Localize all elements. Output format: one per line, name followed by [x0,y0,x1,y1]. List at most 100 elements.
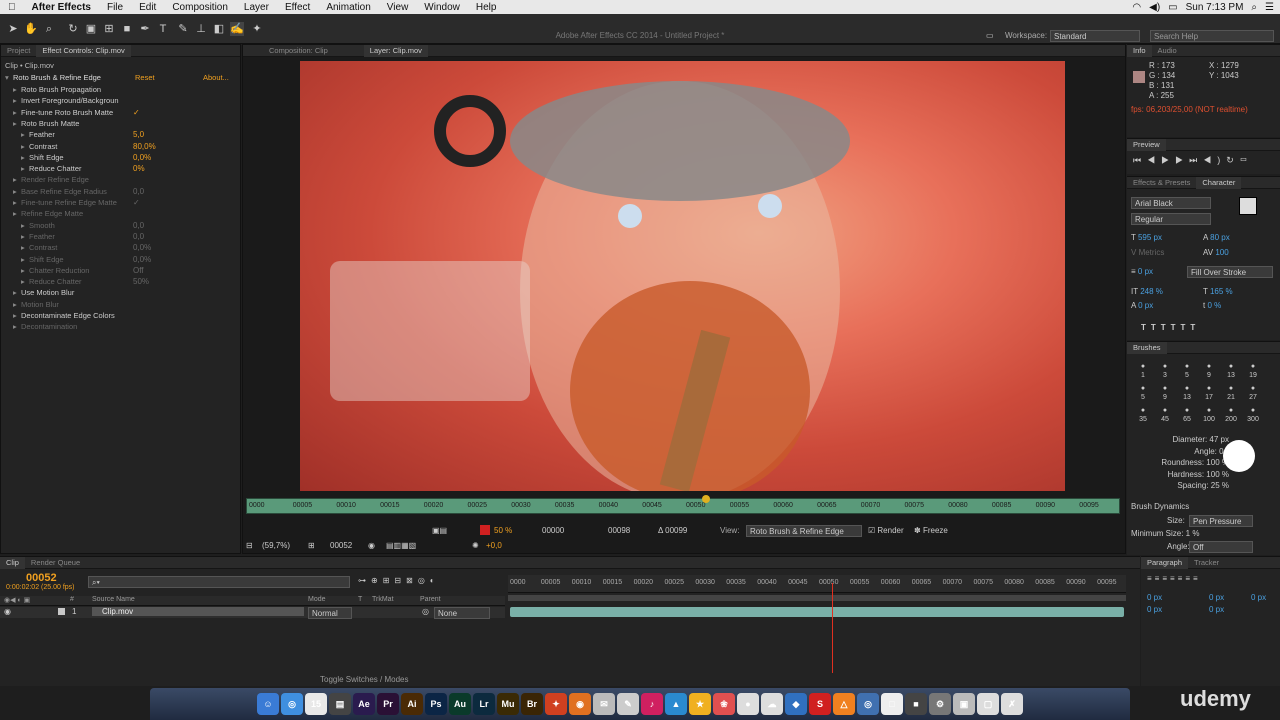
indent-right[interactable]: 0 px [1209,593,1224,602]
tab-info[interactable]: Info [1127,44,1152,57]
effect-property-row[interactable]: ▸ Reduce Chatter [21,163,82,174]
dock-app-icon[interactable]: ⚙ [929,693,951,715]
effect-property-row[interactable]: ▸ Invert Foreground/Backgroun [13,95,119,106]
brush-preset[interactable]: ● 200 [1221,406,1241,424]
work-area-bar[interactable] [508,595,1126,601]
brush-hardness[interactable]: Hardness: 100 % [1149,469,1229,481]
dock-app-icon[interactable]: ★ [689,693,711,715]
brush-preset[interactable]: ● 1 [1133,362,1153,380]
layer-timeline-ruler[interactable]: 0000 00005 00010 00015 00020 00025 00030 00035 0… [246,495,1120,514]
clock[interactable]: Sun 7:13 PM [1186,2,1244,13]
fill-color-swatch[interactable] [1239,197,1257,215]
disclosure-triangle-icon[interactable]: ▸ [21,141,29,152]
effect-property-value[interactable]: 0,0% [133,152,151,163]
disclosure-triangle-icon[interactable]: ▸ [13,118,21,129]
brush-preset[interactable]: ● 35 [1133,406,1153,424]
brush-diameter[interactable]: Diameter: 47 px [1149,434,1229,446]
disclosure-triangle-icon[interactable]: ▸ [21,254,29,265]
layer-mode-select[interactable]: Normal [308,607,352,619]
layer-name[interactable]: Clip.mov [92,607,304,616]
disclosure-triangle-icon[interactable]: ▸ [21,265,29,276]
selection-tool-icon[interactable]: ➤ [6,22,20,36]
dock-app-icon[interactable]: Pr [377,693,399,715]
effect-property-row[interactable]: ▸ Render Refine Edge [13,174,89,185]
disclosure-triangle-icon[interactable]: ▸ [13,95,21,106]
menu-help[interactable]: Help [468,2,505,13]
battery-icon[interactable]: ▭ [1168,2,1177,13]
disclosure-triangle-icon[interactable]: ▸ [13,107,21,118]
disclosure-triangle-icon[interactable]: ▸ [13,84,21,95]
search-help-input[interactable]: Search Help [1150,30,1274,42]
layer-row[interactable]: ◉ 1 Clip.mov Normal ◎ None [0,607,505,619]
parent-pickwhip-icon[interactable]: ◎ [422,607,429,616]
layer-duration-bar[interactable] [510,607,1124,617]
brush-roundness[interactable]: Roundness: 100 % [1149,457,1229,469]
vscale-row[interactable]: IT 248 % [1131,287,1163,296]
effect-property-row[interactable]: ▸ Decontaminate Edge Colors [13,310,115,321]
hscale-value[interactable]: 165 % [1210,287,1233,296]
dock-app-icon[interactable]: ✗ [1001,693,1023,715]
disclosure-triangle-icon[interactable]: ▸ [13,197,21,208]
brush-spacing[interactable]: Spacing: 25 % [1149,480,1229,492]
effect-property-row[interactable]: ▸ Contrast [21,141,57,152]
viewer-frame-image[interactable] [300,61,1065,491]
dock-app-icon[interactable]: Lr [473,693,495,715]
dock-app-icon[interactable]: ✎ [617,693,639,715]
dock-app-icon[interactable]: ◎ [857,693,879,715]
in-frame[interactable]: 00000 [542,526,564,535]
app-menu[interactable]: After Effects [24,2,99,13]
effect-property-value[interactable]: 0% [133,163,145,174]
out-frame[interactable]: 00098 [608,526,630,535]
disclosure-triangle-icon[interactable]: ▸ [13,321,21,332]
brush-tool-icon[interactable]: ✎ [176,22,190,36]
brush-preset[interactable]: ● 65 [1177,406,1197,424]
dock-app-icon[interactable]: ▢ [977,693,999,715]
space-before[interactable]: 0 px [1147,605,1162,614]
effect-property-value[interactable]: 0,0 [133,231,144,242]
clone-stamp-tool-icon[interactable]: ⊥ [194,22,208,36]
effect-property-row[interactable]: ▸ Contrast [21,242,57,253]
effect-property-row[interactable]: ▸ Decontamination [13,321,77,332]
effect-property-row[interactable]: ▸ Shift Edge [21,152,64,163]
dock-app-icon[interactable]: Br [521,693,543,715]
disclosure-triangle-icon[interactable]: ▸ [13,174,21,185]
overlay-opacity[interactable]: 50 % [494,526,512,535]
disclosure-triangle-icon[interactable]: ▸ [21,220,29,231]
exposure-icon[interactable]: ✺ [472,541,479,550]
dock-app-icon[interactable]: □ [881,693,903,715]
camera-tool-icon[interactable]: ▣ [84,22,98,36]
tsume-value[interactable]: 0 % [1207,301,1221,310]
disclosure-triangle-icon[interactable]: ▸ [13,208,21,219]
dock-app-icon[interactable]: ▲ [665,693,687,715]
effect-property-value[interactable]: 80,0% [133,141,156,152]
grid-icon[interactable]: ⊞ [308,541,315,550]
size-dynamics-select[interactable]: Pen Pressure [1189,515,1253,527]
effect-property-row[interactable]: ▸ Roto Brush Matte [13,118,79,129]
dock-app-icon[interactable]: ✉ [593,693,615,715]
baseline-value[interactable]: 0 px [1138,301,1153,310]
disclosure-triangle-icon[interactable]: ▸ [13,299,21,310]
magnification-select[interactable]: (59,7%) [262,541,290,550]
dock-app-icon[interactable]: Ai [401,693,423,715]
effect-property-value[interactable]: 50% [133,276,149,287]
workspace-select[interactable]: Standard [1050,30,1140,42]
menu-edit[interactable]: Edit [131,2,164,13]
effect-property-value[interactable]: ✓ [133,197,140,208]
current-frame[interactable]: 00052 [330,541,352,550]
type-tool-icon[interactable]: T [156,22,170,36]
brush-preset[interactable]: ● 9 [1155,384,1175,402]
timeline-search-input[interactable]: ⌕▾ [88,576,350,588]
dock-app-icon[interactable]: ♪ [641,693,663,715]
tracking-row[interactable]: AV 100 [1203,248,1229,257]
dock-app-icon[interactable]: ● [737,693,759,715]
disclosure-triangle-icon[interactable]: ▸ [21,231,29,242]
effect-property-row[interactable]: ▸ Roto Brush Propagation [13,84,101,95]
timeline-playhead[interactable] [832,583,833,673]
brush-preset[interactable]: ● 100 [1199,406,1219,424]
rotate-tool-icon[interactable]: ↻ [66,22,80,36]
dock-app-icon[interactable]: Ae [353,693,375,715]
tab-audio[interactable]: Audio [1152,46,1183,55]
dock-app-icon[interactable]: ▤ [329,693,351,715]
visibility-icon[interactable]: ◉ [4,607,11,616]
stroke-type-select[interactable]: Fill Over Stroke [1187,266,1273,278]
